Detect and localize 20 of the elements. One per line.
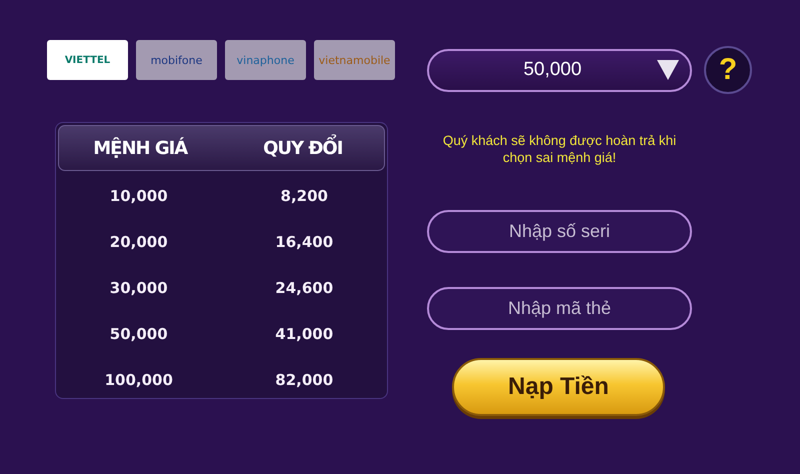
table-cell-text: 82,000 <box>274 371 334 389</box>
table-cell-text: 10,000 <box>108 187 169 205</box>
table-cell-text: 24,600 <box>274 279 334 297</box>
carrier-logo[interactable]: mobifone <box>136 40 217 80</box>
card-code-input-field[interactable]: Nhập mã thẻ <box>427 287 692 330</box>
warning-text: Quý khách sẽ không được hoàn trả khi chọn sai mệnh giá! <box>442 132 678 166</box>
amount-dropdown[interactable]: 50,000 <box>427 48 692 92</box>
dropdown-triangle-icon <box>656 59 680 81</box>
column-header: MỆNH GIÁ <box>92 138 189 158</box>
table-cell-text: 30,000 <box>108 279 169 297</box>
table-cell-text: 100,000 <box>104 371 174 389</box>
table-cell-text: 16,400 <box>274 233 334 251</box>
table-cell-text: 8,200 <box>280 187 329 205</box>
table-cell-text: 50,000 <box>108 325 169 343</box>
serial-input-field[interactable]: Nhập số seri <box>427 210 692 253</box>
carrier-logo[interactable]: VIETTEL <box>47 40 128 80</box>
help-button[interactable]: ? <box>704 46 752 94</box>
table-cell-text: 41,000 <box>274 325 334 343</box>
table-cell-text: 20,000 <box>108 233 169 251</box>
top-up-button[interactable]: Nạp Tiền <box>452 358 665 416</box>
